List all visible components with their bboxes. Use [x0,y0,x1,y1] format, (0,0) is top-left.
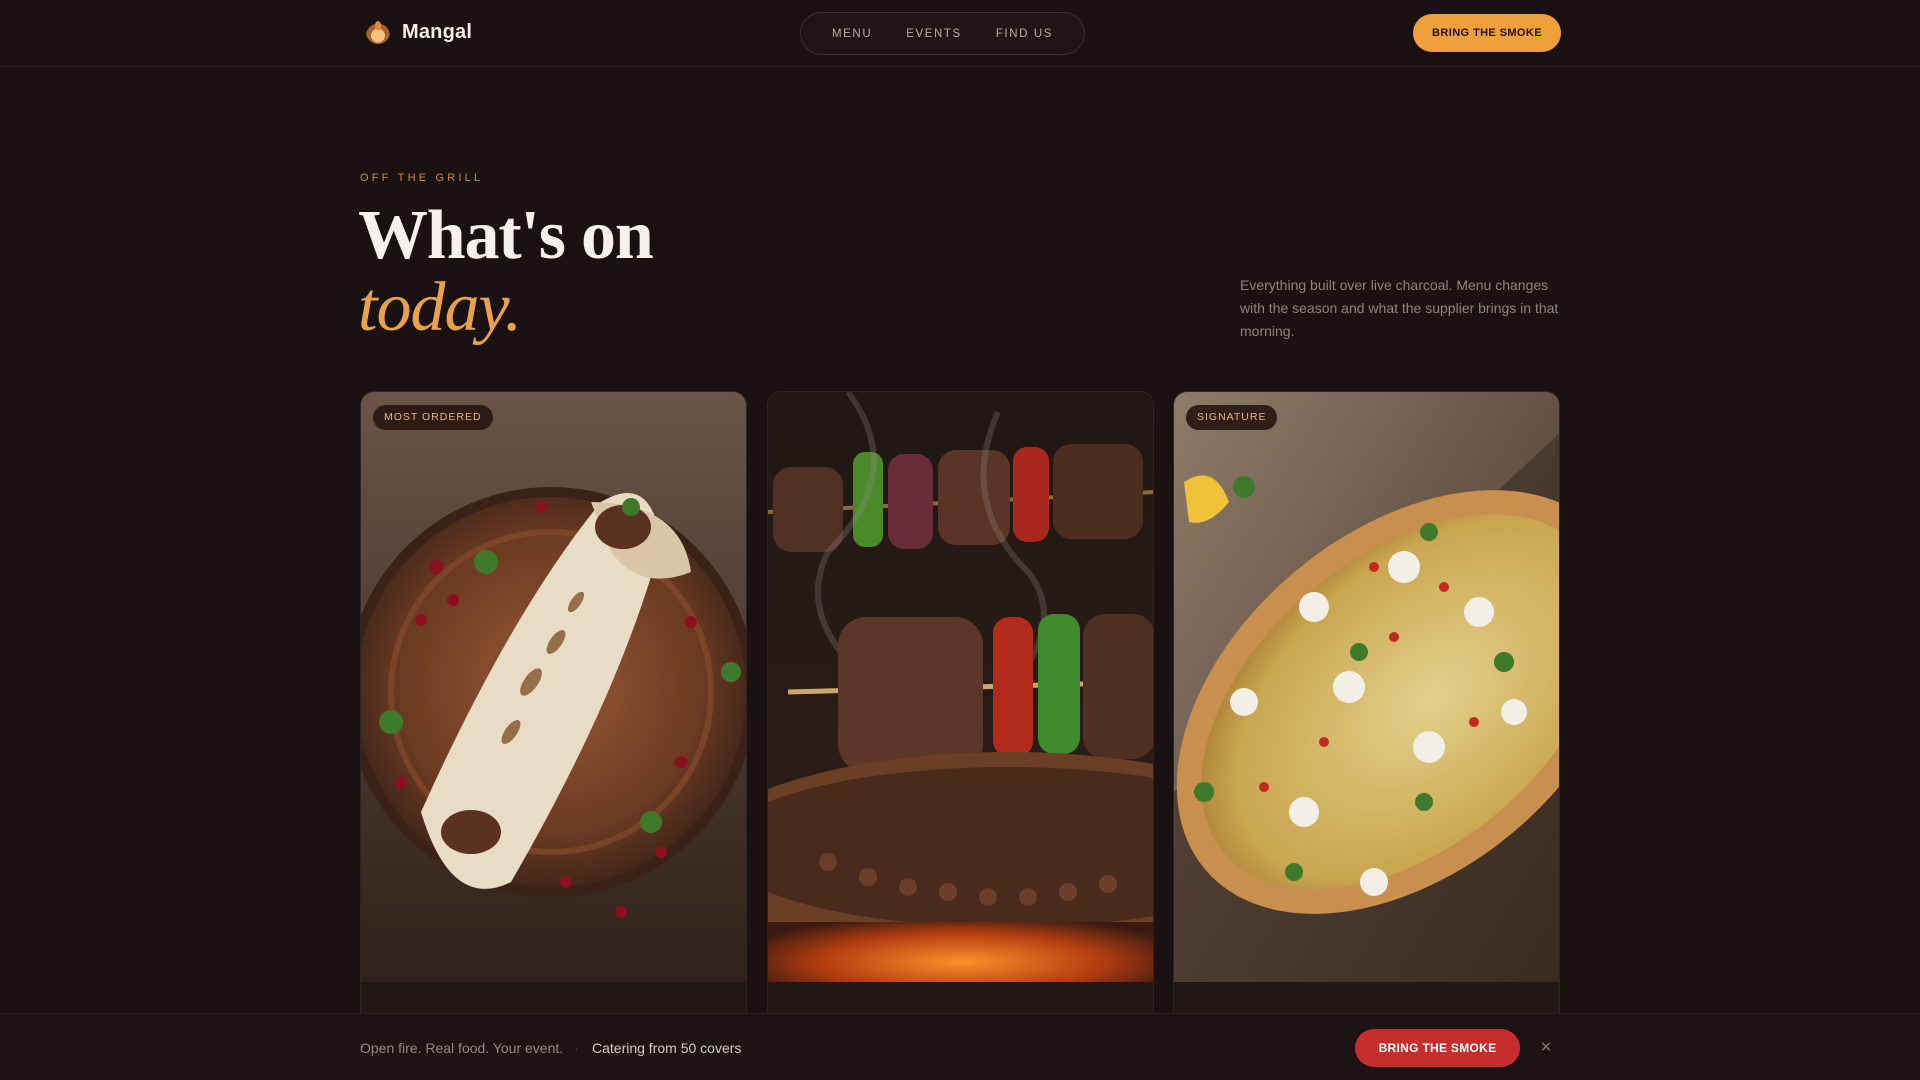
bottom-cta-button[interactable]: BRING THE SMOKE [1355,1029,1520,1067]
kebab-skewers-photo [768,392,1153,1030]
flatbread-pide-photo [1174,392,1559,1030]
header-cta-button[interactable]: BRING THE SMOKE [1413,14,1561,52]
page-title-line1: What's on [358,197,654,274]
nav-events[interactable]: EVENTS [906,28,962,40]
site-header: Mangal MENU EVENTS FIND US BRING THE SMO… [0,0,1920,67]
nav-menu[interactable]: MENU [832,28,872,40]
promo-separator: · [574,1040,579,1056]
brand-logo[interactable]: Mangal [366,20,472,44]
promo-tagline: Open fire. Real food. Your event. [360,1040,564,1056]
section-eyebrow: OFF THE GRILL [360,172,484,184]
close-icon[interactable]: ✕ [1538,1040,1554,1056]
main-nav: MENU EVENTS FIND US [800,12,1085,55]
menu-card-wrap[interactable]: MOST ORDERED [360,391,747,1031]
brand-name: Mangal [402,20,473,43]
section-intro: Everything built over live charcoal. Men… [1240,277,1559,339]
nav-find-us[interactable]: FIND US [996,28,1053,40]
menu-card-flatbread[interactable]: SIGNATURE [1173,391,1560,1031]
bottom-promo-bar: Open fire. Real food. Your event. · Cate… [0,1013,1920,1080]
flame-logo-icon [366,20,390,44]
menu-card-kebab[interactable] [767,391,1154,1031]
grilled-wrap-photo [361,392,746,1030]
card-badge: SIGNATURE [1186,405,1278,430]
page-title-line2: today. [358,269,522,346]
card-badge: MOST ORDERED [373,405,493,430]
promo-catering: Catering from 50 covers [592,1040,742,1056]
